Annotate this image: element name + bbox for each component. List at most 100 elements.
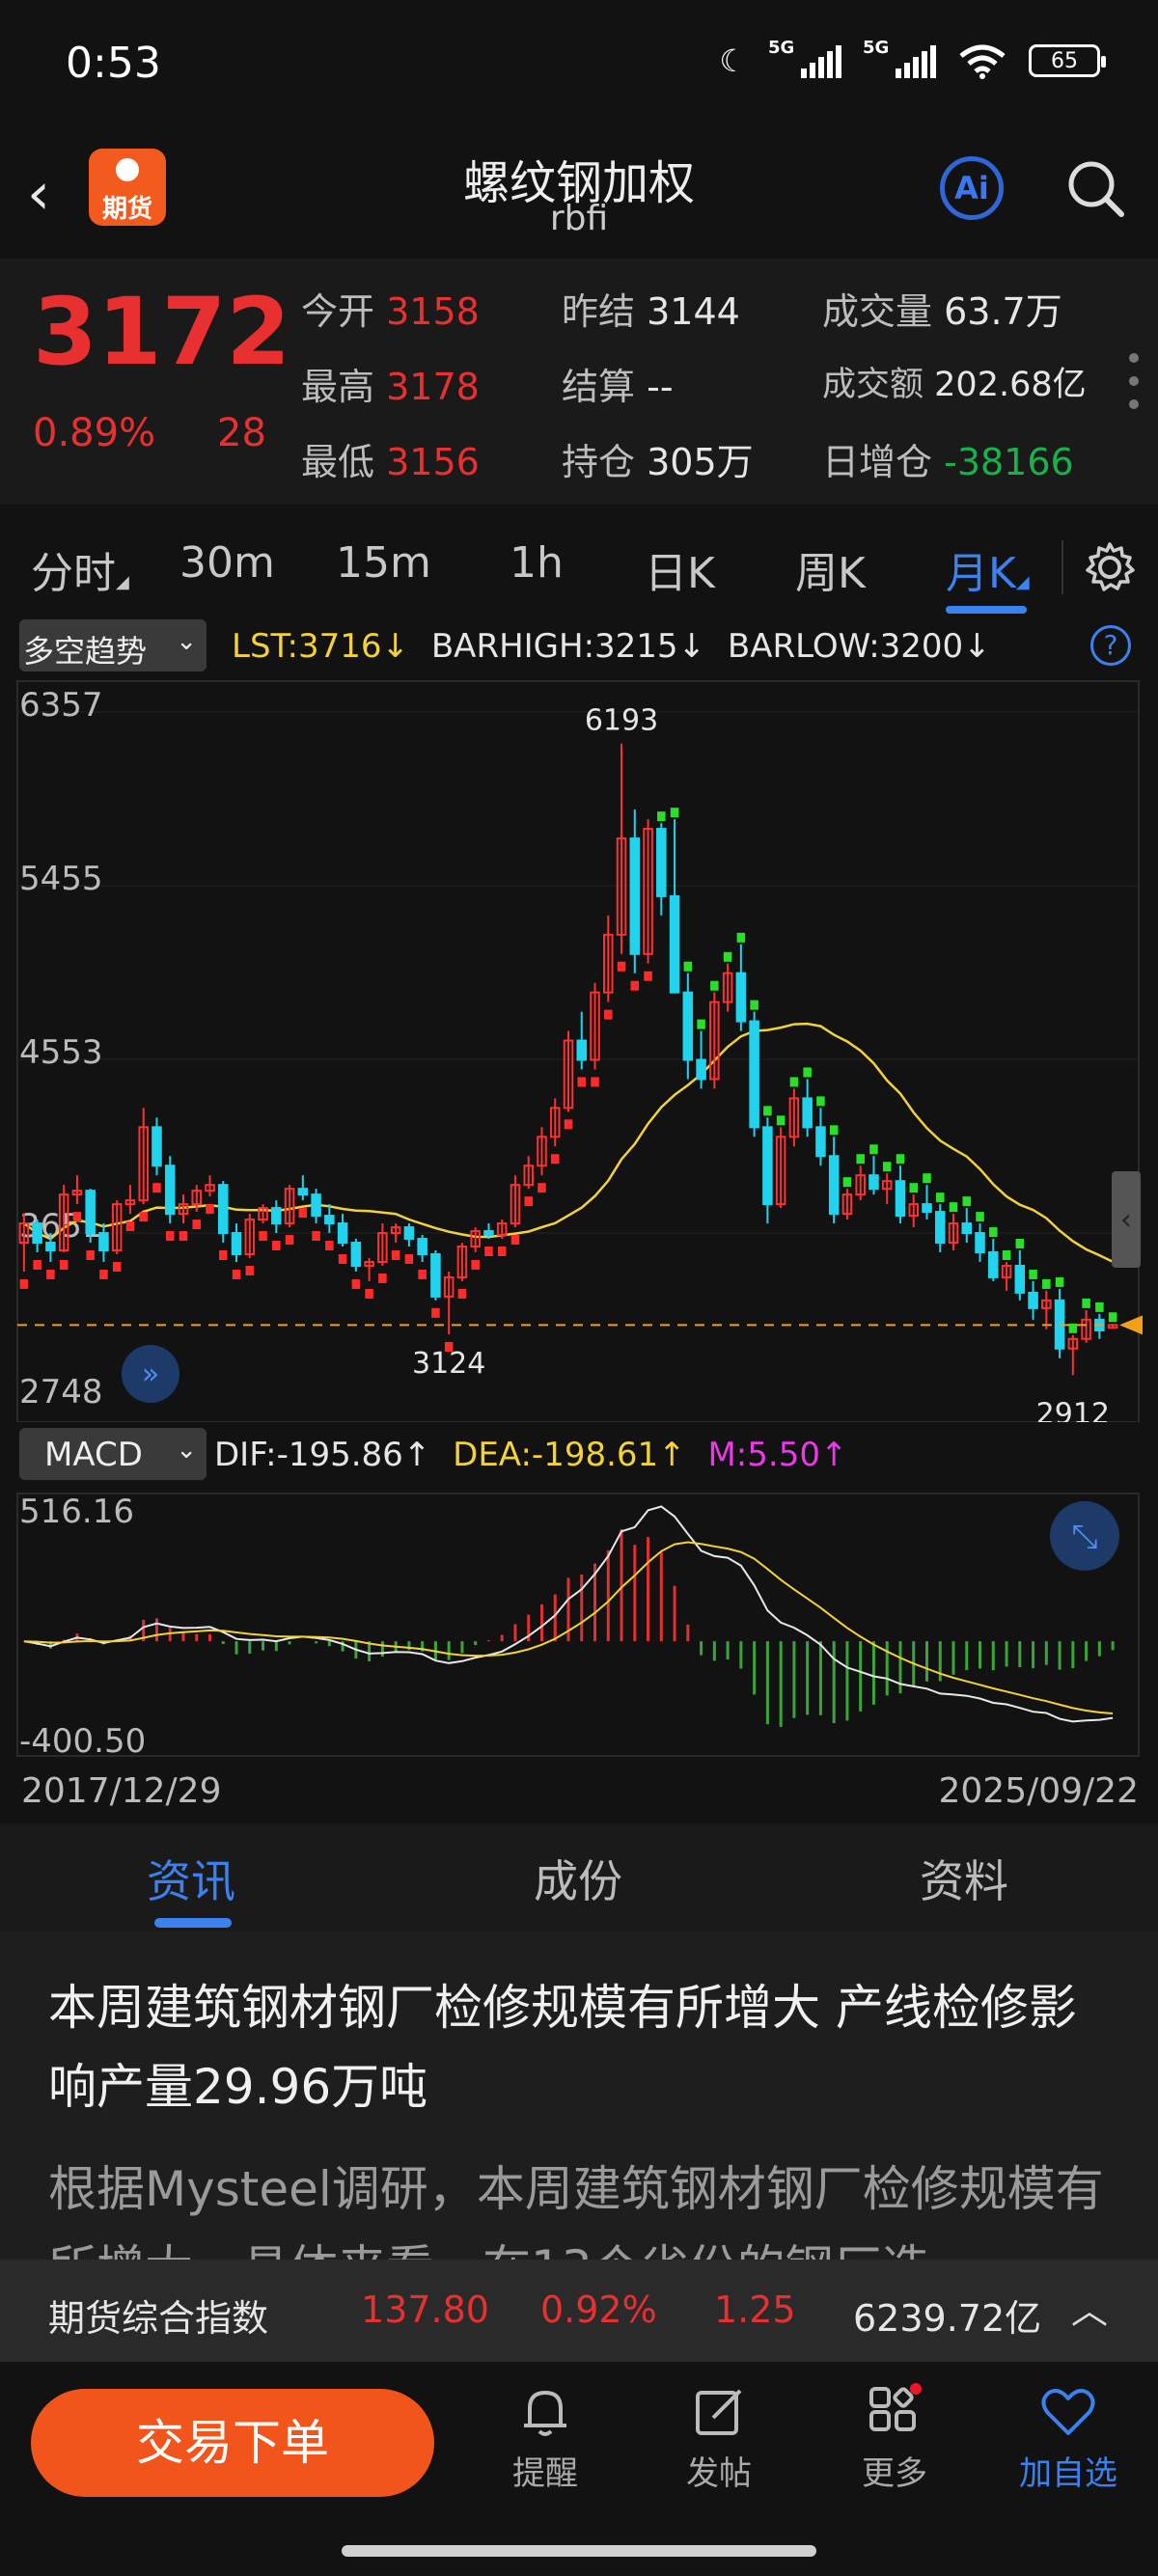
candle-body: [682, 991, 694, 1061]
date-axis: 2017/12/29 2025/09/22: [0, 1766, 1158, 1820]
status-icons: ☾ 5G 5G 65: [719, 38, 1106, 79]
candle-body: [802, 1097, 813, 1129]
tab-info[interactable]: 资料: [920, 1847, 1008, 1910]
news-article[interactable]: 本周建筑钢材钢厂检修规模有所增大 产线检修影响产量29.96万吨 根据Myste…: [0, 1932, 1158, 2260]
candle-body: [815, 1126, 826, 1158]
tab-news[interactable]: 资讯: [147, 1847, 235, 1910]
trend-marker: [909, 1183, 919, 1193]
trend-marker: [125, 1221, 135, 1232]
trend-marker: [577, 1077, 587, 1087]
nav-watchlist[interactable]: 加自选: [1006, 2383, 1131, 2494]
trend-marker: [152, 1183, 161, 1193]
trend-marker: [1068, 1323, 1078, 1333]
trend-marker: [1002, 1250, 1011, 1261]
indicator-selector[interactable]: 多空趋势 ⌄: [19, 619, 207, 671]
trend-marker: [644, 971, 652, 981]
last-price: 3172: [33, 278, 291, 386]
chevron-down-icon: ⌄: [176, 1436, 197, 1465]
start-date: 2017/12/29: [21, 1771, 222, 1811]
tab-30m[interactable]: 30m: [179, 538, 275, 588]
moon-icon: ☾: [719, 42, 747, 79]
barhigh-value: BARHIGH:3215: [430, 627, 678, 666]
candle-body: [417, 1238, 427, 1255]
trend-marker: [882, 1162, 892, 1172]
more-dots-icon[interactable]: [1129, 353, 1139, 423]
tab-1h[interactable]: 1h: [510, 538, 564, 588]
candle-body: [576, 1039, 588, 1061]
trend-marker: [112, 1261, 122, 1272]
trend-marker: [591, 1077, 599, 1087]
trend-marker: [962, 1196, 972, 1207]
current-price-marker: [1119, 1315, 1143, 1335]
index-name: 期货综合指数: [48, 2297, 269, 2340]
y-tick-label: 2748: [19, 1373, 103, 1411]
tab-monthly[interactable]: 月K◢: [946, 538, 1030, 600]
trend-marker: [404, 1253, 414, 1264]
candle-body: [98, 1232, 109, 1252]
tab-components[interactable]: 成份: [534, 1847, 622, 1910]
trend-marker: [789, 1077, 799, 1087]
candle-body: [669, 894, 680, 994]
barlow-value: BARLOW:3200: [727, 627, 964, 666]
trend-marker: [139, 1212, 148, 1222]
futures-index-bar[interactable]: 期货综合指数 137.80 0.92% 1.25 6239.72亿 ︿: [0, 2260, 1158, 2362]
trend-marker: [630, 980, 640, 991]
trend-marker: [856, 1154, 865, 1165]
trend-marker: [776, 1115, 786, 1126]
trade-button[interactable]: 交易下单: [31, 2389, 434, 2497]
trend-marker: [829, 1125, 839, 1136]
macd-chart[interactable]: 516.16 -400.50 ⤡: [0, 1486, 1158, 1766]
candle-body: [868, 1174, 879, 1191]
ai-button[interactable]: Ai: [940, 156, 1004, 220]
tab-timeshare[interactable]: 分时◢: [31, 538, 129, 600]
candle-body: [324, 1215, 335, 1225]
tab-daily[interactable]: 日K: [645, 538, 715, 600]
article-title[interactable]: 本周建筑钢材钢厂检修规模有所增大 产线检修影响产量29.96万吨: [48, 1968, 1119, 2126]
candle-body: [988, 1251, 999, 1278]
trend-marker: [1029, 1269, 1037, 1279]
trend-marker: [683, 961, 693, 972]
tab-15m[interactable]: 15m: [336, 538, 431, 588]
bottom-nav: 交易下单 提醒 发帖 更多 加自选: [0, 2362, 1158, 2576]
help-icon[interactable]: ?: [1090, 625, 1131, 666]
trend-marker: [312, 1231, 320, 1242]
kline-chart[interactable]: 63575455455336512748619331242912»‹: [0, 677, 1158, 1422]
trend-marker: [896, 1154, 905, 1165]
signal-icon: 5G: [768, 38, 841, 78]
trend-marker: [378, 1273, 387, 1283]
index-amount: 6239.72亿: [853, 2297, 1042, 2340]
trend-marker: [19, 1278, 29, 1289]
trend-marker: [550, 1154, 560, 1165]
tab-active-underline: [946, 606, 1027, 614]
trend-marker: [803, 1067, 812, 1078]
tab-weekly[interactable]: 周K: [795, 538, 866, 600]
candle-body: [975, 1232, 985, 1253]
nav-post[interactable]: 发帖: [656, 2383, 782, 2494]
candle-body: [735, 972, 747, 1023]
trend-marker: [976, 1212, 984, 1222]
trend-marker: [391, 1250, 400, 1261]
article-body: 根据Mysteel调研，本周建筑钢材钢厂检修规模有所增大，具体来看，在13个省份…: [48, 2161, 1104, 2260]
index-change: 1.25: [714, 2288, 796, 2331]
trend-marker: [218, 1250, 228, 1261]
candle-body: [922, 1203, 932, 1214]
candle-body: [271, 1207, 282, 1225]
trend-marker: [1015, 1239, 1025, 1249]
gear-icon[interactable]: [1081, 538, 1139, 596]
trend-marker: [165, 1231, 175, 1242]
candle-body: [350, 1242, 362, 1267]
volume-value: 63.7万: [944, 290, 1062, 333]
nav-more[interactable]: 更多: [832, 2383, 957, 2494]
quote-col-3: 成交量 63.7万 成交额 202.68亿 日增仓 -38166: [822, 290, 1087, 483]
nav-remind[interactable]: 提醒: [482, 2383, 608, 2494]
grid-icon: [869, 2383, 922, 2431]
candle-body: [629, 837, 641, 955]
trend-marker: [989, 1227, 998, 1238]
macd-selector[interactable]: MACD ⌄: [19, 1428, 207, 1480]
quote-col-1: 今开 3158 最高 3178 最低 3156: [301, 290, 480, 483]
end-date: 2025/09/22: [938, 1771, 1140, 1811]
trend-marker: [33, 1259, 41, 1270]
candle-body: [656, 828, 667, 897]
search-icon[interactable]: [1065, 158, 1125, 218]
status-bar: 0:53 ☾ 5G 5G 65: [0, 0, 1158, 135]
